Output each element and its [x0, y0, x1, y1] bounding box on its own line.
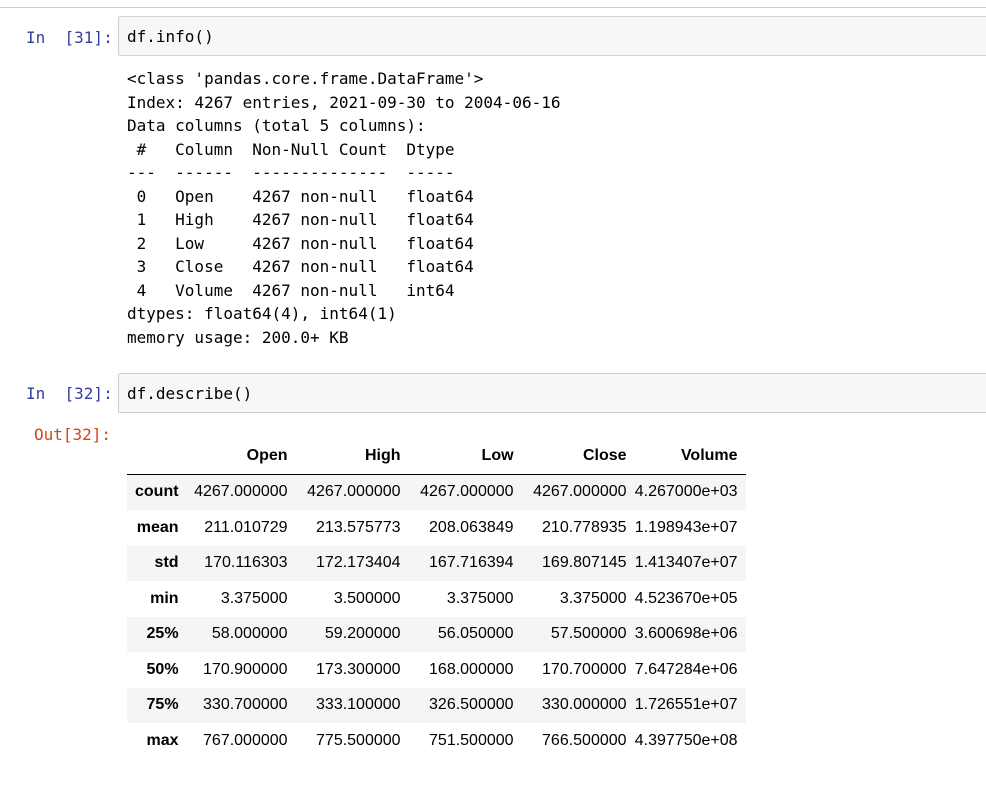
- column-header-cell: Low: [404, 438, 518, 475]
- output-line: 3 Close 4267 non-null float64: [127, 257, 474, 276]
- table-row: mean 211.010729 213.575773 208.063849 210.77…: [127, 510, 746, 546]
- table-cell: 767.000000: [203, 731, 288, 749]
- column-header-cell: Close: [517, 438, 631, 475]
- table-cell: 1.413407e+07: [634, 554, 738, 572]
- table-cell: 766.500000: [542, 731, 627, 749]
- table-cell: 4267.000000: [307, 483, 401, 501]
- output-line: # Column Non-Null Count Dtype: [127, 139, 474, 159]
- table-body: count 4267.000000 4267.000000 4267.000000 42…: [127, 474, 746, 759]
- row-index-cell: 75%: [146, 696, 179, 714]
- table-cell: 4267.000000: [194, 483, 288, 501]
- output-line: Data columns (total 5 columns):: [127, 116, 426, 135]
- input-prompt-32: In [32]:: [26, 384, 113, 403]
- code-input-32[interactable]: df.describe(): [118, 373, 986, 413]
- code-input-31[interactable]: df.info(): [118, 16, 986, 56]
- table-cell: 168.000000: [429, 660, 514, 678]
- table-row: max 767.000000 775.500000 751.500000 766.500…: [127, 723, 746, 759]
- input-prompt-31: In [31]:: [26, 28, 113, 47]
- index-header-cell: [127, 438, 179, 475]
- table-cell: 4.523670e+05: [634, 589, 738, 607]
- row-index-cell: std: [154, 554, 179, 572]
- table-row: std 170.116303 172.173404 167.716394 169.807…: [127, 545, 746, 581]
- table-cell: 213.575773: [316, 518, 401, 536]
- table-cell: 3.600698e+06: [634, 625, 738, 643]
- table-cell: 57.500000: [550, 625, 627, 643]
- table-cell: 751.500000: [429, 731, 514, 749]
- row-index-cell: min: [150, 589, 179, 607]
- column-header-cell: High: [291, 438, 405, 475]
- table-cell: 1.198943e+07: [634, 518, 738, 536]
- table-cell: 1.726551e+07: [634, 696, 738, 714]
- table-cell: 170.116303: [204, 554, 288, 572]
- code-text-31: df.info(): [127, 27, 214, 46]
- output-prompt-32: Out[32]:: [34, 425, 112, 444]
- table-row: count 4267.000000 4267.000000 4267.000000 42…: [127, 474, 746, 510]
- table-cell: 3.500000: [333, 589, 401, 607]
- table-header-row: Open High Low Close Volume: [127, 438, 746, 475]
- table-row: 25% 58.000000 59.200000 56.050000 57.500000 3…: [127, 616, 746, 652]
- table-cell: 59.200000: [324, 625, 401, 643]
- output-line: Index: 4267 entries, 2021-09-30 to 2004-…: [127, 92, 561, 112]
- table-cell: 330.700000: [203, 696, 288, 714]
- table-cell: 4.267000e+03: [634, 483, 738, 501]
- table-cell: 3.375000: [220, 589, 288, 607]
- table-cell: 167.716394: [429, 554, 514, 572]
- table-cell: 170.700000: [542, 660, 627, 678]
- output-line: 2 Low 4267 non-null float64: [127, 233, 474, 253]
- output-line: dtypes: float64(4), int64(1): [127, 304, 397, 323]
- output-line: 1 High 4267 non-null float64: [127, 210, 474, 229]
- row-index-cell: 50%: [146, 660, 179, 678]
- row-index-cell: 25%: [146, 625, 179, 643]
- row-index-cell: count: [135, 483, 179, 501]
- table-cell: 210.778935: [542, 518, 627, 536]
- row-index-cell: mean: [136, 518, 179, 536]
- column-header-cell: Volume: [630, 438, 746, 475]
- table-cell: 3.375000: [559, 589, 627, 607]
- table-cell: 4.397750e+08: [634, 731, 738, 749]
- row-index-cell: max: [146, 731, 179, 749]
- column-header-cell: Open: [178, 438, 292, 475]
- table-cell: 169.807145: [542, 554, 627, 572]
- table-cell: 170.900000: [203, 660, 288, 678]
- table-row: 75% 330.700000 333.100000 326.500000 330.000…: [127, 687, 746, 723]
- output-line: --- ------ -------------- -----: [127, 163, 474, 182]
- describe-table: Open High Low Close Volume count 4267.000000 4…: [127, 438, 746, 759]
- table-cell: 326.500000: [429, 696, 514, 714]
- table-cell: 3.375000: [446, 589, 514, 607]
- table-cell: 56.050000: [437, 625, 514, 643]
- table-cell: 7.647284e+06: [634, 660, 738, 678]
- table-cell: 173.300000: [316, 660, 401, 678]
- output-line: 0 Open 4267 non-null float64: [127, 186, 474, 206]
- info-output: <class 'pandas.core.frame.DataFrame'> Ind…: [127, 67, 560, 349]
- table-cell: 58.000000: [211, 625, 288, 643]
- table-cell: 172.173404: [316, 554, 401, 572]
- previous-cell-divider: [0, 7, 986, 8]
- table-cell: 330.000000: [542, 696, 627, 714]
- table-row: 50% 170.900000 173.300000 168.000000 170.700…: [127, 652, 746, 688]
- output-line: memory usage: 200.0+ KB: [127, 327, 349, 347]
- table-cell: 4267.000000: [533, 483, 627, 501]
- table-cell: 208.063849: [429, 518, 514, 536]
- output-line: <class 'pandas.core.frame.DataFrame'>: [127, 69, 484, 88]
- table-row: min 3.375000 3.500000 3.375000 3.375000 4.523…: [127, 581, 746, 617]
- table-cell: 775.500000: [316, 731, 401, 749]
- output-line: 4 Volume 4267 non-null int64: [127, 280, 474, 300]
- table-cell: 333.100000: [316, 696, 401, 714]
- code-text-32: df.describe(): [127, 384, 253, 403]
- table-cell: 4267.000000: [420, 483, 514, 501]
- table-cell: 211.010729: [204, 518, 288, 536]
